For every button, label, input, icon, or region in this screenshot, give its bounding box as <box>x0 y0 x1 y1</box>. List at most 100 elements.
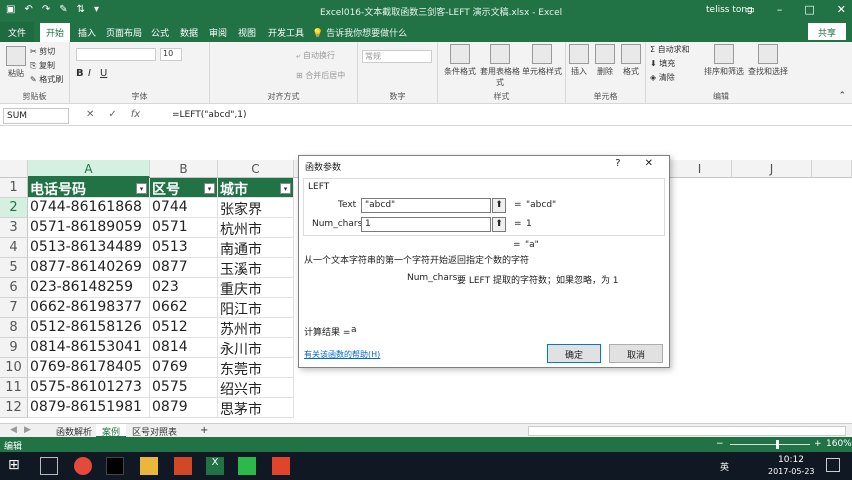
cell-styles-button[interactable]: 单元格样式 <box>522 44 562 77</box>
cell-phone[interactable]: 0814-86153041 <box>28 338 150 358</box>
bold-button[interactable]: B <box>76 68 84 79</box>
input-language[interactable]: 英 <box>720 460 729 473</box>
sort-icon[interactable]: ⇅ <box>77 4 85 15</box>
cell-city[interactable]: 东莞市 <box>218 358 294 378</box>
row-header[interactable]: 3 <box>0 218 28 238</box>
cell-phone[interactable]: 0744-86161868 <box>28 198 150 218</box>
qq-icon[interactable] <box>106 457 124 475</box>
font-name-select[interactable] <box>76 48 156 61</box>
cell-code[interactable]: 0814 <box>150 338 218 358</box>
row-header[interactable]: 7 <box>0 298 28 318</box>
cell-phone[interactable]: 0512-86158126 <box>28 318 150 338</box>
tab-developer[interactable]: 开发工具 <box>268 26 304 39</box>
insert-cells-button[interactable]: 插入 <box>566 44 592 77</box>
zoom-slider-thumb[interactable] <box>776 440 779 449</box>
font-size-select[interactable]: 10 <box>160 48 182 61</box>
tell-me-box[interactable]: 💡 告诉我你想要做什么 <box>312 26 407 39</box>
row-header[interactable]: 11 <box>0 378 28 398</box>
sheet-tab-code-table[interactable]: 区号对照表 <box>126 424 183 438</box>
cell-phone[interactable]: 0513-86134489 <box>28 238 150 258</box>
enter-icon[interactable]: ✓ <box>108 109 116 120</box>
wrap-text-button[interactable]: ⤶ 自动换行 <box>296 50 335 61</box>
clock-date[interactable]: 2017-05-23 <box>768 467 815 476</box>
row-header[interactable]: 9 <box>0 338 28 358</box>
cell-city[interactable]: 永川市 <box>218 338 294 358</box>
fill-button[interactable]: ⬇ 填充 <box>650 58 675 69</box>
tab-home[interactable]: 开始 <box>40 23 71 42</box>
cell-city[interactable]: 张家界 <box>218 198 294 218</box>
clock-time[interactable]: 10:12 <box>778 455 804 465</box>
copy-button[interactable]: ⎘ 复制 <box>30 60 55 71</box>
more-icon[interactable]: ▾ <box>94 4 99 15</box>
cell-city[interactable]: 南通市 <box>218 238 294 258</box>
cut-button[interactable]: ✂ 剪切 <box>30 46 55 57</box>
cell-city[interactable]: 杭州市 <box>218 218 294 238</box>
windows-start-icon[interactable]: ⊞ <box>8 457 26 475</box>
cell-phone[interactable]: 023-86148259 <box>28 278 150 298</box>
row-header[interactable]: 8 <box>0 318 28 338</box>
number-format-select[interactable]: 常规 <box>362 50 432 63</box>
conditional-format-button[interactable]: 条件格式 <box>440 44 480 77</box>
filter-dropdown-icon[interactable]: ▾ <box>280 183 291 194</box>
cell-code[interactable]: 023 <box>150 278 218 298</box>
notification-icon[interactable] <box>826 458 840 472</box>
header-cell-code[interactable]: 区号 ▾ <box>150 178 218 198</box>
column-header-b[interactable]: B <box>150 160 218 178</box>
ribbon-display-icon[interactable]: ▭ <box>744 3 754 16</box>
delete-cells-button[interactable]: 删除 <box>592 44 618 77</box>
cancel-icon[interactable]: ✕ <box>86 109 94 120</box>
cell-code[interactable]: 0575 <box>150 378 218 398</box>
select-all-corner[interactable] <box>0 160 28 178</box>
column-header-i[interactable]: I <box>668 160 732 178</box>
clear-button[interactable]: ◈ 清除 <box>650 72 675 83</box>
row-header[interactable]: 4 <box>0 238 28 258</box>
undo-icon[interactable]: ↶ <box>24 4 32 15</box>
cell-code[interactable]: 0877 <box>150 258 218 278</box>
tab-page-layout[interactable]: 页面布局 <box>106 26 142 39</box>
cell-phone[interactable]: 0877-86140269 <box>28 258 150 278</box>
cell-phone[interactable]: 0571-86189059 <box>28 218 150 238</box>
cell-city[interactable]: 苏州市 <box>218 318 294 338</box>
filter-dropdown-icon[interactable]: ▾ <box>204 183 215 194</box>
row-header[interactable]: 5 <box>0 258 28 278</box>
find-select-button[interactable]: 查找和选择 <box>746 44 790 77</box>
num-chars-argument-input[interactable]: 1 <box>361 217 491 232</box>
collapse-dialog-icon[interactable]: ⬆ <box>492 198 506 213</box>
tab-file[interactable]: 文件 <box>0 22 34 42</box>
cell-code[interactable]: 0662 <box>150 298 218 318</box>
cell-code[interactable]: 0769 <box>150 358 218 378</box>
excel-icon[interactable]: X <box>206 457 224 475</box>
camtasia-icon[interactable] <box>238 457 256 475</box>
tab-data[interactable]: 数据 <box>180 26 198 39</box>
save-icon[interactable]: ▣ <box>6 4 15 15</box>
text-argument-input[interactable]: "abcd" <box>361 198 491 213</box>
cell-city[interactable]: 绍兴市 <box>218 378 294 398</box>
cell-phone[interactable]: 0879-86151981 <box>28 398 150 418</box>
powerpoint-icon[interactable] <box>174 457 192 475</box>
cell-city[interactable]: 重庆市 <box>218 278 294 298</box>
row-header[interactable]: 6 <box>0 278 28 298</box>
tab-view[interactable]: 视图 <box>238 26 256 39</box>
zoom-plus-icon[interactable]: + <box>814 439 822 449</box>
maximize-icon[interactable]: □ <box>804 3 814 16</box>
row-header[interactable]: 1 <box>0 178 28 198</box>
zoom-slider[interactable] <box>730 444 810 445</box>
row-header[interactable]: 2 <box>0 198 28 218</box>
scroll-right-icon[interactable]: ▶ <box>18 424 37 438</box>
column-header-j[interactable]: J <box>732 160 812 178</box>
tab-formulas[interactable]: 公式 <box>151 26 169 39</box>
underline-button[interactable]: U <box>100 68 107 79</box>
task-view-icon[interactable] <box>40 457 58 475</box>
header-cell-phone[interactable]: 电话号码 ▾ <box>28 178 150 198</box>
format-painter-button[interactable]: ✎ 格式刷 <box>30 74 63 85</box>
collapse-ribbon-icon[interactable]: ⌃ <box>838 91 846 101</box>
chrome-icon[interactable] <box>74 457 92 475</box>
sheet-tab-function-analysis[interactable]: 函数解析 <box>50 424 98 438</box>
cell-city[interactable]: 玉溪市 <box>218 258 294 278</box>
function-help-link[interactable]: 有关该函数的帮助(H) <box>304 349 380 360</box>
header-cell-city[interactable]: 城市 ▾ <box>218 178 294 198</box>
share-button[interactable]: 共享 <box>808 23 846 40</box>
tab-insert[interactable]: 插入 <box>78 26 96 39</box>
horizontal-scrollbar[interactable] <box>528 426 846 436</box>
sheet-tab-case[interactable]: 案例 <box>96 424 127 438</box>
